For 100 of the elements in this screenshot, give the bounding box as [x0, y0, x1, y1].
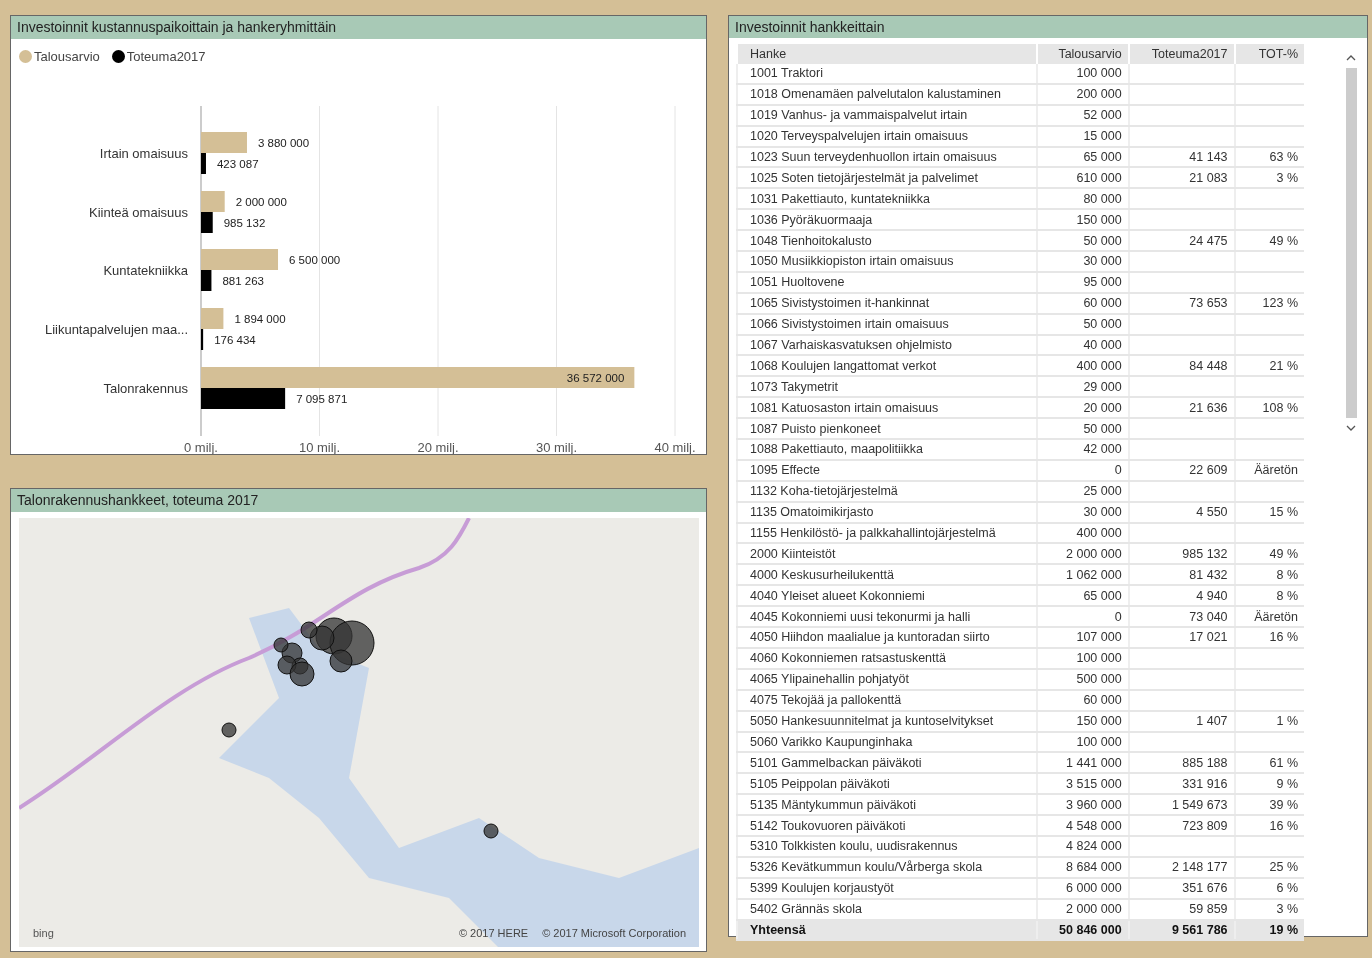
scroll-up-icon[interactable] [1346, 54, 1356, 62]
table-cell: 4 548 000 [1036, 815, 1129, 836]
table-cell: 500 000 [1036, 668, 1129, 690]
table-cell: 60 000 [1036, 292, 1129, 314]
data-label: 176 434 [214, 334, 256, 346]
table-cell: 1 549 673 [1128, 794, 1235, 816]
category-label: Liikuntapalvelujen maa... [44, 322, 188, 337]
table-cell: 1050 Musiikkiopiston irtain omaisuus [737, 251, 1037, 272]
table-cell: 80 000 [1036, 188, 1129, 210]
table-cell: 4000 Keskusurheilukenttä [737, 564, 1037, 586]
table-cell: 1023 Suun terveydenhuollon irtain omaisuus [737, 146, 1037, 168]
table-cell: 52 000 [1036, 104, 1129, 126]
table-cell: 100 000 [1036, 64, 1129, 84]
table-cell: 4 824 000 [1036, 835, 1129, 857]
table-cell: 9 % [1234, 773, 1304, 795]
table-cell: Ääretön [1234, 606, 1304, 628]
table-cell [1234, 480, 1304, 502]
data-label: 1 894 000 [234, 313, 286, 325]
table-cell: 4045 Kokonniemi uusi tekonurmi ja halli [737, 606, 1037, 628]
table-cell: 73 040 [1128, 606, 1235, 628]
table-cell: 1001 Traktori [737, 64, 1037, 84]
table-cell [1234, 418, 1304, 440]
category-label: Irtain omaisuus [99, 146, 188, 161]
column-header[interactable]: Toteuma2017 [1128, 44, 1235, 64]
table-cell: 0 [1036, 606, 1129, 628]
table-cell: 25 % [1234, 856, 1304, 878]
table-cell: 4050 Hiihdon maalialue ja kuntoradan siirto [737, 627, 1037, 648]
table-cell: 4 550 [1128, 501, 1235, 523]
table-cell: 2 148 177 [1128, 856, 1235, 878]
table-cell: 5399 Koulujen korjaustyöt [737, 877, 1037, 899]
axis-tick-label: 30 milj. [535, 440, 578, 454]
table-cell: 39 % [1234, 794, 1304, 816]
table-cell: 200 000 [1036, 83, 1129, 105]
table-cell [1234, 647, 1304, 669]
table-cell [1234, 64, 1304, 84]
table-cell: 1068 Koulujen langattomat verkot [737, 355, 1037, 377]
table-cell: 5402 Grännäs skola [737, 898, 1037, 920]
table-cell: 4065 Ylipainehallin pohjatyöt [737, 668, 1037, 690]
table-cell: 50 000 [1036, 418, 1129, 440]
table-cell [1234, 83, 1304, 105]
panel-title: Investoinnit hankkeittain [729, 16, 1367, 38]
data-label: 2 000 000 [235, 196, 287, 208]
table-cell: 2 000 000 [1036, 543, 1129, 565]
table-cell: 84 448 [1128, 355, 1235, 377]
table-cell: 100 000 [1036, 731, 1129, 753]
column-header[interactable]: Hanke [737, 44, 1037, 64]
table-cell: 16 % [1234, 627, 1304, 648]
table-cell: 22 609 [1128, 459, 1235, 481]
table-cell: 723 809 [1128, 815, 1235, 836]
table-cell: 4075 Tekojää ja pallokenttä [737, 689, 1037, 711]
table-cell: 150 000 [1036, 209, 1129, 231]
table-cell: 63 % [1234, 146, 1304, 168]
table-cell: 1067 Varhaiskasvatuksen ohjelmisto [737, 334, 1037, 356]
table-cell: 2000 Kiinteistöt [737, 543, 1037, 565]
table-cell: 1048 Tienhoitokalusto [737, 230, 1037, 251]
table-cell: 351 676 [1128, 877, 1235, 899]
column-header[interactable]: TOT-% [1234, 44, 1304, 64]
total-cell: Yhteensä [737, 919, 1037, 941]
table-cell [1234, 188, 1304, 210]
table-cell [1234, 689, 1304, 711]
table-cell: 1132 Koha-tietojärjestelmä [737, 480, 1037, 502]
table-cell: 331 916 [1128, 773, 1235, 795]
data-label: 423 087 [217, 158, 259, 170]
table-cell: 2 000 000 [1036, 898, 1129, 920]
data-label: 36 572 000 [566, 372, 625, 384]
table-cell: 50 000 [1036, 313, 1129, 335]
table-cell: 1135 Omatoimikirjasto [737, 501, 1037, 523]
table-cell: 21 636 [1128, 397, 1235, 419]
table-cell [1234, 313, 1304, 335]
table-cell: 41 143 [1128, 146, 1235, 168]
table-cell: 61 % [1234, 752, 1304, 774]
table-cell: 5135 Mäntykummun päiväkoti [737, 794, 1037, 816]
table-cell [1234, 439, 1304, 460]
table-cell: 65 000 [1036, 585, 1129, 607]
table-cell: 100 000 [1036, 647, 1129, 669]
table-cell: 5142 Toukovuoren päiväkoti [737, 815, 1037, 836]
table-cell: 1051 Huoltovene [737, 271, 1037, 293]
table-cell: 1018 Omenamäen palvelutalon kalustaminen [737, 83, 1037, 105]
table-cell: 29 000 [1036, 376, 1129, 398]
table-cell: 49 % [1234, 230, 1304, 251]
scrollbar-thumb[interactable] [1345, 68, 1357, 418]
table-cell: 1073 Takymetrit [737, 376, 1037, 398]
table-cell: 1087 Puisto pienkoneet [737, 418, 1037, 440]
table-cell: 25 000 [1036, 480, 1129, 502]
table-cell [1234, 271, 1304, 293]
table-cell [1234, 376, 1304, 398]
table-cell: 400 000 [1036, 522, 1129, 544]
table-cell: 15 000 [1036, 125, 1129, 147]
table-cell [1234, 125, 1304, 147]
data-label: 6 500 000 [289, 254, 341, 266]
table-cell: 0 [1036, 459, 1129, 481]
table-cell [1234, 104, 1304, 126]
scroll-down-icon[interactable] [1346, 424, 1356, 432]
data-label: 7 095 871 [296, 393, 348, 405]
column-header[interactable]: Talousarvio [1036, 44, 1129, 64]
data-label: 881 263 [222, 275, 264, 287]
table-cell: 20 000 [1036, 397, 1129, 419]
panel-title: Investoinnit kustannuspaikoittain ja hankeryhmittäin [11, 16, 706, 39]
table-cell: 610 000 [1036, 167, 1129, 189]
table-cell: 1155 Henkilöstö- ja palkkahallintojärjestelmä [737, 522, 1037, 544]
